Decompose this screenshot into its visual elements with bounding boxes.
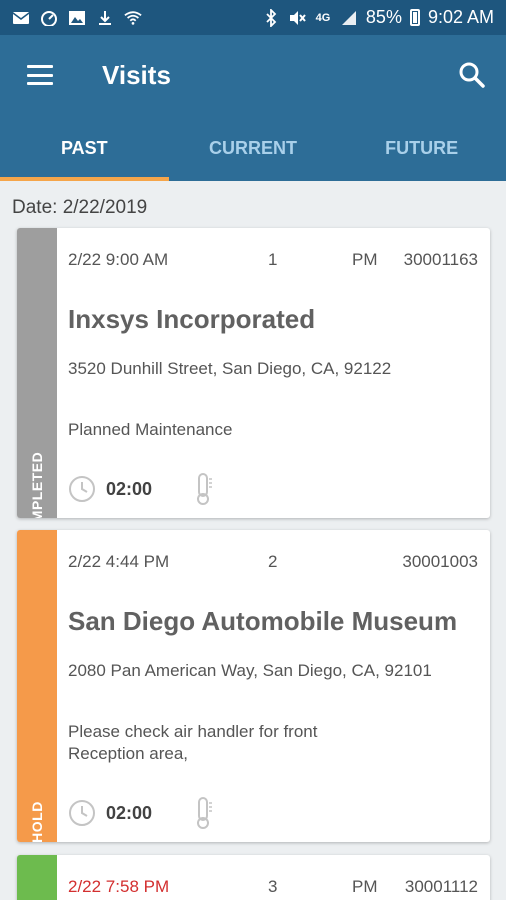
card-body: 2/22 9:00 AM 1 PM 30001163 Inxsys Incorp… bbox=[68, 228, 478, 518]
tab-bar: PAST CURRENT FUTURE bbox=[0, 115, 506, 181]
clock: 9:02 AM bbox=[427, 7, 494, 27]
visit-description: Planned Maintenance bbox=[68, 420, 233, 439]
date-header: Date: 2/22/2019 bbox=[12, 197, 148, 218]
visit-duration: 02:00 bbox=[106, 802, 153, 823]
visit-sequence: 3 bbox=[268, 877, 278, 896]
wifi-icon bbox=[124, 10, 142, 26]
visit-time: 2/22 4:44 PM bbox=[68, 552, 170, 571]
visit-card[interactable]: COMPLETED 2/22 9:00 AM 1 PM 30001163 Inx… bbox=[17, 228, 490, 518]
visit-address: 2080 Pan American Way, San Diego, CA, 92… bbox=[68, 661, 432, 680]
status-label: COMPLETED bbox=[29, 451, 46, 518]
app-bar: Visits bbox=[0, 35, 506, 115]
visit-type: PM bbox=[352, 877, 378, 896]
status-strip bbox=[17, 855, 57, 900]
visit-type: PM bbox=[352, 250, 378, 269]
menu-button[interactable] bbox=[10, 45, 70, 105]
status-strip: COMPLETED bbox=[17, 228, 57, 518]
tab-future[interactable]: FUTURE bbox=[337, 115, 506, 181]
card-body: 2/22 7:58 PM 3 PM 30001112 bbox=[68, 855, 478, 900]
visit-number: 30001003 bbox=[402, 552, 478, 571]
visit-sequence: 2 bbox=[268, 552, 278, 571]
thermometer-icon bbox=[197, 797, 213, 829]
company-name: San Diego Automobile Museum bbox=[68, 606, 458, 636]
hamburger-icon bbox=[27, 65, 53, 85]
card-footer: 02:00 bbox=[68, 473, 214, 505]
battery-percent: 85% bbox=[365, 7, 402, 27]
email-icon bbox=[12, 10, 30, 26]
mute-icon bbox=[288, 10, 306, 26]
image-icon bbox=[68, 10, 86, 26]
visit-duration: 02:00 bbox=[106, 478, 153, 499]
visit-description: Please check air handler for front Recep… bbox=[68, 722, 318, 763]
page-title: Visits bbox=[102, 59, 171, 90]
clock-icon bbox=[69, 800, 95, 826]
visit-sequence: 1 bbox=[268, 250, 278, 269]
battery-icon bbox=[409, 9, 420, 26]
company-name: Inxsys Incorporated bbox=[68, 304, 316, 334]
tab-current[interactable]: CURRENT bbox=[169, 115, 338, 181]
notification-icons bbox=[12, 10, 142, 26]
signal-icon bbox=[340, 10, 358, 26]
visit-time: 2/22 9:00 AM bbox=[68, 250, 169, 269]
visit-card[interactable]: 2/22 7:58 PM 3 PM 30001112 bbox=[17, 855, 490, 900]
search-icon bbox=[459, 62, 485, 88]
card-body: 2/22 4:44 PM 2 30001003 San Diego Automo… bbox=[68, 530, 478, 842]
visit-number: 30001163 bbox=[403, 250, 478, 269]
visit-address: 3520 Dunhill Street, San Diego, CA, 9212… bbox=[68, 359, 392, 378]
system-icons: 4G 85% 9:02 AM bbox=[262, 7, 494, 28]
visit-card[interactable]: HOLD 2/22 4:44 PM 2 30001003 San Diego A… bbox=[17, 530, 490, 842]
visit-time: 2/22 7:58 PM bbox=[68, 877, 170, 896]
visit-number: 30001112 bbox=[404, 877, 478, 896]
card-footer: 02:00 bbox=[68, 797, 214, 829]
network-type-icon: 4G bbox=[315, 11, 331, 24]
bluetooth-icon bbox=[262, 8, 280, 27]
search-button[interactable] bbox=[452, 55, 492, 95]
status-label: HOLD bbox=[29, 801, 46, 842]
download-icon bbox=[96, 10, 114, 26]
status-bar: 4G 85% 9:02 AM bbox=[0, 0, 506, 35]
tab-past[interactable]: PAST bbox=[0, 115, 169, 181]
thermometer-icon bbox=[197, 473, 213, 505]
status-strip: HOLD bbox=[17, 530, 57, 842]
speedometer-icon bbox=[40, 10, 58, 26]
clock-icon bbox=[69, 476, 95, 502]
